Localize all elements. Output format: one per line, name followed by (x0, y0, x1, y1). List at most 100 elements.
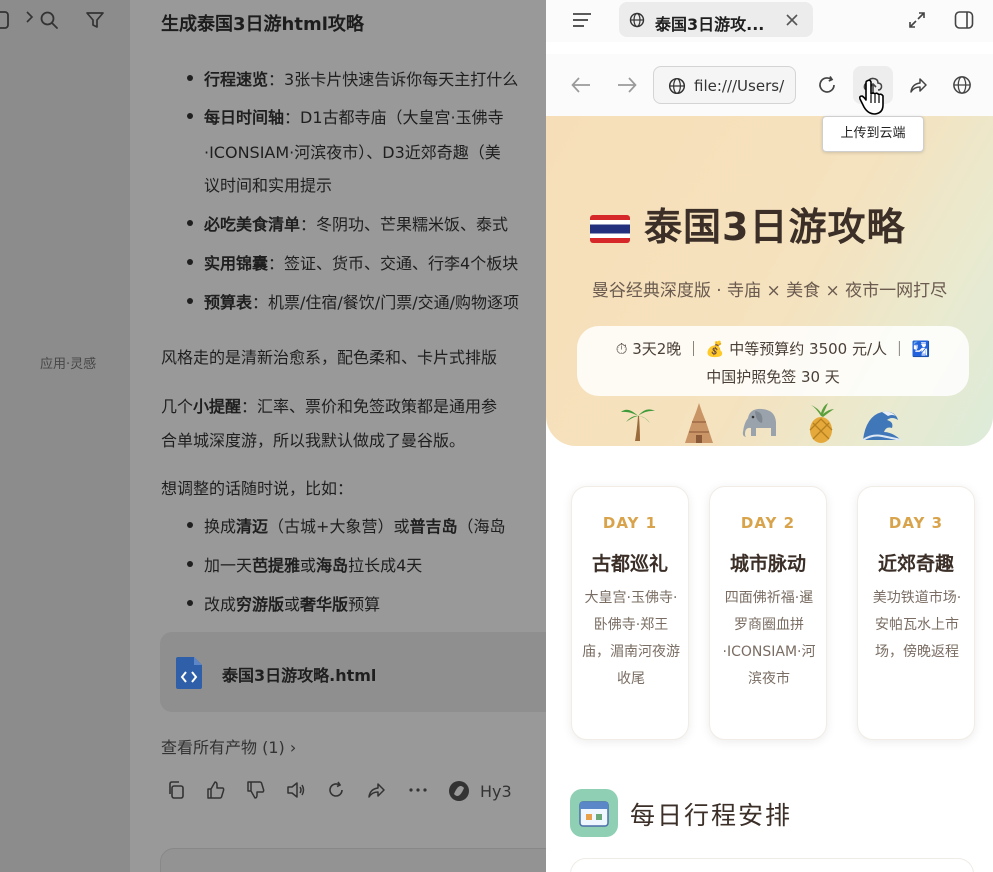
paragraph: 想调整的话随时说，比如： (161, 479, 354, 498)
more-icon[interactable] (408, 783, 428, 797)
file-attachment-card[interactable]: 泰国3日游攻略.html (160, 632, 546, 712)
globe-icon[interactable] (952, 75, 972, 95)
thumbs-up-icon[interactable] (206, 780, 226, 800)
expand-icon[interactable] (908, 11, 926, 29)
url-input[interactable]: file:///Users/ (653, 66, 796, 104)
hero-banner: 曼谷经典深度版 · 寺庙 × 美食 × 夜市一网打尽 ⏱ 3天2晚 ｜ 💰 中等… (546, 116, 993, 446)
item-text: 换成 (204, 517, 237, 536)
para-text: 几个 (161, 397, 194, 416)
chat-title: 生成泰国3日游html攻略 (161, 14, 364, 35)
item-text: ：D1古都寺庙（大皇宫·玉佛寺 (284, 108, 504, 127)
browser-nav-bar: file:///Users/ (546, 54, 993, 116)
left-sidebar: 应用·灵感 (0, 0, 130, 872)
paragraph: 几个小提醒：汇率、票价和免签政策都是通用参 (161, 393, 497, 417)
share-icon[interactable] (366, 780, 386, 800)
sidebar-toggle-icon[interactable] (0, 10, 14, 30)
chevron-right-icon[interactable] (24, 10, 36, 24)
menu-icon[interactable] (572, 12, 592, 28)
reload-icon[interactable] (817, 75, 837, 95)
globe-icon (629, 12, 645, 28)
close-icon[interactable] (785, 13, 799, 27)
url-text: file:///Users/ (694, 77, 785, 95)
page-title-text: 泰国3日游攻略 (644, 205, 906, 249)
file-name: 泰国3日游攻略.html (222, 666, 377, 685)
item-text: 改成 (204, 595, 237, 614)
list-item: 预算表：机票/住宿/餐饮/门票/交通/购物逐项 (187, 289, 519, 313)
day-label: DAY 2 (740, 514, 796, 532)
list-item: 加一天芭提雅或海岛拉长成4天 (186, 552, 423, 576)
item-text: 预算 (348, 595, 381, 614)
regenerate-icon[interactable] (326, 780, 346, 800)
pineapple-icon (804, 402, 838, 444)
item-text: ：签证、货币、交通、行李4个板块 (268, 254, 519, 273)
browser-tab[interactable]: 泰国3日游攻... (619, 2, 813, 37)
list-item-continuation: ·ICONSIAM·河滨夜市）、D3近郊奇趣（美 (204, 143, 501, 162)
item-bold: 奢华版 (300, 595, 349, 614)
panel-toggle-icon[interactable] (954, 10, 974, 30)
summary-line-2: 中国护照免签 30 天 (706, 368, 840, 386)
chat-panel: 生成泰国3日游html攻略 行程速览：3张卡片快速告诉你每天主打什么 每日时间轴… (130, 0, 546, 872)
day-description: 美功铁道市场·安帕瓦水上市场，傍晚返程 (872, 590, 962, 660)
share-icon[interactable] (908, 75, 928, 95)
elephant-icon (742, 406, 780, 440)
item-text: 拉长成4天 (348, 556, 423, 575)
day-title: 城市脉动 (729, 553, 806, 575)
day-card-2[interactable]: DAY 2 城市脉动 四面佛祈福·暹罗商圈血拼·ICONSIAM·河滨夜市 (709, 486, 827, 740)
item-bold: 芭提雅 (252, 556, 301, 575)
filter-icon[interactable] (85, 10, 105, 30)
item-bold: 清迈 (236, 517, 269, 536)
paragraph-continuation: 合单城深度游，所以我默认做成了曼谷版。 (161, 431, 466, 450)
artifacts-label: 查看所有产物 (1) (161, 738, 285, 757)
speaker-icon[interactable] (286, 780, 306, 800)
thailand-flag-icon (590, 208, 630, 252)
day-title: 古都巡礼 (591, 553, 668, 575)
day-card-1[interactable]: DAY 1 古都巡礼 大皇宫·玉佛寺·卧佛寺·郑王庙，湄南河夜游收尾 (571, 486, 689, 740)
sidebar-apps-label[interactable]: 应用·灵感 (40, 353, 96, 372)
day-description: 四面佛祈福·暹罗商圈血拼·ICONSIAM·河滨夜市 (722, 590, 816, 687)
tab-title: 泰国3日游攻... (655, 15, 765, 34)
day-label: DAY 1 (602, 514, 658, 532)
forward-icon[interactable] (617, 76, 637, 94)
html-file-icon (174, 656, 204, 690)
model-name[interactable]: Hy3 (480, 782, 512, 801)
search-icon[interactable] (39, 10, 59, 30)
copy-icon[interactable] (166, 780, 186, 800)
day-title: 近郊奇趣 (877, 553, 954, 575)
paragraph: 风格走的是清新治愈系，配色柔和、卡片式排版 (161, 348, 498, 367)
model-logo-icon (448, 780, 470, 802)
item-text: ：冬阴功、芒果糯米饭、泰式 (300, 215, 509, 234)
item-bold: 海岛 (316, 556, 349, 575)
item-bold: 穷游版 (236, 595, 285, 614)
item-text: （海岛 (457, 517, 506, 536)
back-icon[interactable] (571, 76, 591, 94)
wave-icon (862, 406, 902, 442)
message-actions: Hy3 (166, 780, 526, 806)
item-bold: 普吉岛 (409, 517, 458, 536)
item-bold: 必吃美食清单 (204, 215, 301, 234)
list-item-continuation: 议时间和实用提示 (204, 176, 333, 195)
item-text: （古城+大象营）或 (268, 517, 410, 536)
temple-icon (682, 402, 716, 444)
item-text: 或 (284, 595, 301, 614)
browser-tab-bar: 泰国3日游攻... (546, 0, 993, 42)
item-bold: 每日时间轴 (204, 108, 285, 127)
item-text: 或 (300, 556, 317, 575)
hand-cursor-icon (858, 78, 888, 118)
view-artifacts-link[interactable]: 查看所有产物 (1) › (161, 734, 296, 758)
day-card-3[interactable]: DAY 3 近郊奇趣 美功铁道市场·安帕瓦水上市场，傍晚返程 (857, 486, 975, 740)
item-bold: 实用锦囊 (204, 254, 269, 273)
chat-input-box[interactable] (160, 848, 546, 872)
thumbs-down-icon[interactable] (246, 780, 266, 800)
item-text: 加一天 (204, 556, 253, 575)
item-text: ：机票/住宿/餐饮/门票/交通/购物逐项 (252, 293, 519, 312)
decor-emoji-row (620, 402, 920, 446)
section-title: 每日行程安排 (630, 801, 793, 830)
summary-line-1: ⏱ 3天2晚 ｜ 💰 中等预算约 3500 元/人 ｜ 🛂 (615, 340, 931, 358)
calendar-icon (570, 789, 618, 837)
list-item: 换成清迈（古城+大象营）或普吉岛（海岛 (186, 513, 506, 537)
globe-icon (668, 77, 686, 95)
day-label: DAY 3 (888, 514, 944, 532)
list-item: 必吃美食清单：冬阴功、芒果糯米饭、泰式 (186, 211, 509, 235)
upload-tooltip: 上传到云端 (822, 116, 924, 152)
trip-summary-pill: ⏱ 3天2晚 ｜ 💰 中等预算约 3500 元/人 ｜ 🛂 中国护照免签 30 … (577, 326, 969, 396)
